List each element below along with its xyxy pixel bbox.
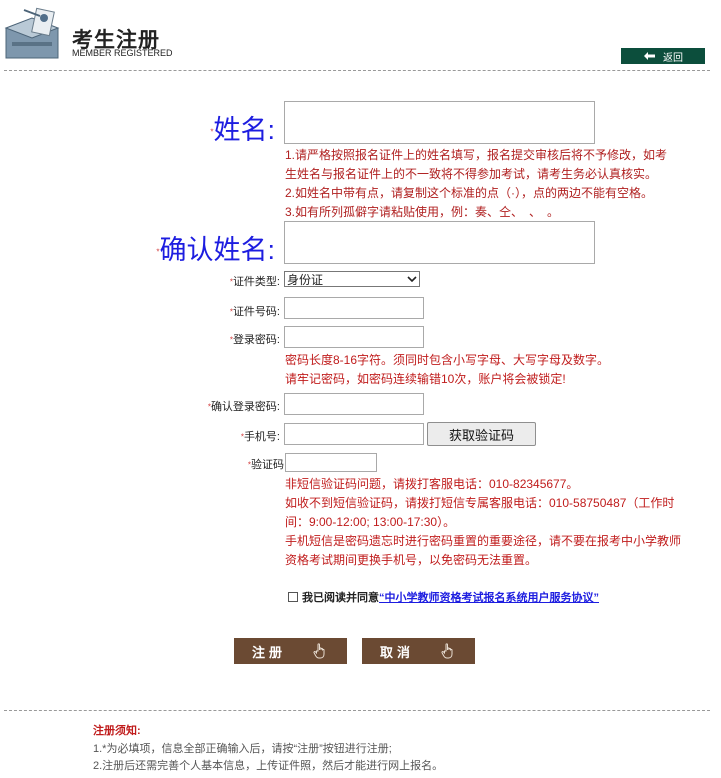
name-input[interactable] <box>284 101 595 144</box>
password-label: *登录密码: <box>229 334 280 346</box>
sms-notes: 非短信验证码问题，请拨打客服电话：010-82345677。 如收不到短信验证码… <box>285 477 682 567</box>
footer-divider <box>4 710 710 711</box>
confirm-password-input[interactable] <box>284 393 424 415</box>
notice-line-2: 2.注册后还需完善个人基本信息，上传证件照，然后才能进行网上报名。 <box>93 760 444 772</box>
header-divider <box>4 70 710 71</box>
cancel-button-label: 取消 <box>380 644 415 660</box>
back-button[interactable]: 返回 <box>621 48 705 64</box>
code-label: *验证码 <box>247 459 284 471</box>
cancel-button[interactable]: 取消 <box>362 638 475 664</box>
confirm-password-label: *确认登录密码: <box>207 401 280 413</box>
page-subtitle: MEMBER REGISTERED <box>72 48 173 58</box>
id-number-label: *证件号码: <box>229 306 280 318</box>
id-number-input[interactable] <box>284 297 424 319</box>
password-notes: 密码长度8-16字符。须同时包含小写字母、大写字母及数字。 请牢记密码，如密码连… <box>285 353 610 386</box>
phone-label: *手机号: <box>240 431 280 443</box>
register-logo-icon <box>4 6 64 62</box>
notice-line-1: 1.*为必填项，信息全部正确输入后，请按“注册”按钮进行注册; <box>93 743 392 755</box>
password-input[interactable] <box>284 326 424 348</box>
notice-title: 注册须知: <box>93 725 141 737</box>
id-type-select[interactable]: 身份证 <box>284 271 420 287</box>
register-button-label: 注册 <box>252 644 287 660</box>
id-type-label: *证件类型: <box>229 276 280 288</box>
confirm-name-input[interactable] <box>284 221 595 264</box>
phone-input[interactable] <box>284 423 424 445</box>
service-agreement-link[interactable]: “中小学教师资格考试报名系统用户服务协议” <box>379 589 599 605</box>
agree-prefix: 我已阅读并同意 <box>302 592 379 604</box>
confirm-name-label: *确认姓名: <box>156 235 275 265</box>
hand-pointer-icon <box>441 643 453 659</box>
name-notes: 1.请严格按照报名证件上的姓名填写，报名提交审核后将不予修改，如考 生姓名与报名… <box>285 148 668 219</box>
back-arrow-icon <box>644 52 655 60</box>
back-button-label: 返回 <box>663 52 683 64</box>
hand-pointer-icon <box>313 643 325 659</box>
id-type-selected-value: 身份证 <box>287 272 324 287</box>
name-label: *姓名: <box>210 115 275 145</box>
agree-checkbox[interactable] <box>288 592 298 602</box>
chevron-down-icon <box>407 276 417 282</box>
agreement-row: 我已阅读并同意 “中小学教师资格考试报名系统用户服务协议” <box>288 589 599 605</box>
register-button[interactable]: 注册 <box>234 638 347 664</box>
get-code-button[interactable]: 获取验证码 <box>427 422 536 446</box>
code-input[interactable] <box>285 453 377 472</box>
